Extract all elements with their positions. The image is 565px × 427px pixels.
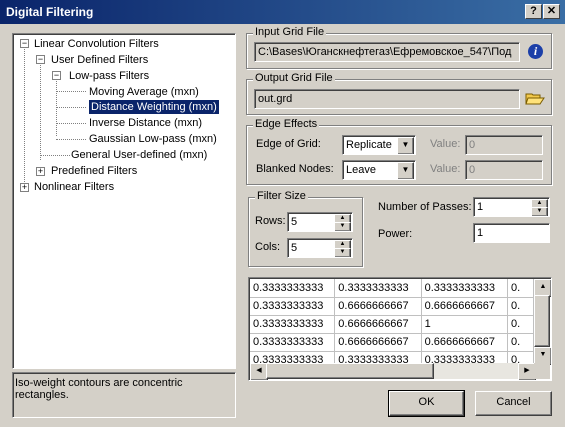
matrix-cell[interactable]: 0.	[507, 333, 534, 352]
matrix-cell[interactable]: 0.	[507, 351, 534, 363]
window-title: Digital Filtering	[6, 5, 94, 19]
edge-value-field: 0	[465, 135, 543, 155]
output-grid-field[interactable]: out.grd	[254, 89, 520, 109]
scroll-corner	[534, 363, 550, 379]
cols-spinner[interactable]: 5 ▲ ▼	[287, 238, 353, 258]
edge-value-label: Value:	[430, 138, 461, 150]
chevron-down-icon[interactable]: ▼	[397, 137, 414, 154]
horizontal-scroll-thumb[interactable]	[266, 363, 434, 379]
edge-of-grid-value: Replicate	[346, 139, 392, 151]
output-grid-label: Output Grid File	[253, 72, 335, 84]
tree-item-gaussian-low-pass[interactable]: Gaussian Low-pass (mxn)	[89, 132, 217, 146]
spin-down-icon[interactable]: ▼	[531, 207, 548, 216]
spin-down-icon[interactable]: ▼	[334, 248, 351, 257]
cancel-button[interactable]: Cancel	[475, 391, 552, 416]
tree-item-general-user-defined[interactable]: General User-defined (mxn)	[71, 148, 207, 162]
ok-button[interactable]: OK	[388, 390, 465, 417]
filter-size-label: Filter Size	[255, 190, 308, 202]
open-folder-icon[interactable]	[525, 90, 545, 106]
passes-spinner[interactable]: 1 ▲ ▼	[473, 197, 550, 217]
tree-item-predefined[interactable]: Predefined Filters	[51, 164, 137, 178]
cols-value: 5	[291, 242, 298, 254]
matrix-cell[interactable]: 0.3333333333	[250, 315, 336, 334]
input-grid-field[interactable]: C:\Bases\Юганскнефтегаз\Ефремовское_547\…	[254, 42, 520, 62]
matrix-cell[interactable]: 0.6666666667	[334, 297, 422, 316]
rows-label: Rows:	[255, 215, 286, 227]
passes-label: Number of Passes:	[378, 201, 472, 213]
matrix-cell[interactable]: 0.3333333333	[421, 279, 508, 298]
matrix-table: 0.3333333333 0.3333333333 0.3333333333 0. 0.…	[250, 279, 534, 363]
rows-value: 5	[291, 216, 298, 228]
matrix-cell[interactable]: 0.3333333333	[250, 279, 336, 298]
edge-of-grid-select[interactable]: Replicate ▼	[342, 135, 416, 155]
cols-label: Cols:	[255, 241, 281, 253]
matrix-cell[interactable]: 0.3333333333	[334, 351, 422, 363]
help-button[interactable]: ?	[525, 4, 542, 19]
matrix-row: 0.3333333333 0.6666666667 0.6666666667 0.	[250, 297, 534, 316]
matrix-row: 0.3333333333 0.3333333333 0.3333333333 0.	[250, 351, 534, 363]
matrix-row: 0.3333333333 0.3333333333 0.3333333333 0.	[250, 279, 534, 298]
blanked-nodes-select[interactable]: Leave ▼	[342, 160, 416, 180]
matrix-viewport: 0.3333333333 0.3333333333 0.3333333333 0. 0.…	[250, 279, 534, 363]
matrix-cell[interactable]: 0.3333333333	[421, 351, 508, 363]
vertical-scrollbar[interactable]: ▲ ▼	[534, 279, 551, 365]
tree-item-user-defined[interactable]: User Defined Filters	[51, 53, 148, 67]
spin-down-icon[interactable]: ▼	[334, 222, 351, 231]
power-label: Power:	[378, 228, 413, 240]
matrix-cell[interactable]: 0.3333333333	[334, 279, 422, 298]
rows-spinner[interactable]: 5 ▲ ▼	[287, 212, 353, 232]
input-grid-group: Input Grid File C:\Bases\Юганскнефтегаз\…	[246, 26, 552, 69]
matrix-cell[interactable]: 0.3333333333	[250, 333, 336, 352]
blanked-value-field: 0	[465, 160, 543, 180]
edge-effects-group: Edge Effects Edge of Grid: Replicate ▼ V…	[246, 118, 552, 185]
matrix-cell[interactable]: 0.	[507, 315, 534, 334]
chevron-down-icon[interactable]: ▼	[397, 162, 414, 179]
collapse-low-pass-icon[interactable]: −	[52, 71, 61, 80]
matrix-cell[interactable]: 0.6666666667	[421, 333, 508, 352]
tree-item-nonlinear[interactable]: Nonlinear Filters	[34, 180, 114, 194]
matrix-cell[interactable]: 0.6666666667	[421, 297, 508, 316]
matrix-row: 0.3333333333 0.6666666667 0.6666666667 0.	[250, 333, 534, 352]
matrix-cell[interactable]: 0.3333333333	[250, 351, 336, 363]
vertical-scroll-thumb[interactable]	[534, 295, 550, 347]
filter-description: Iso-weight contours are concentric recta…	[12, 372, 236, 418]
expand-predefined-icon[interactable]: +	[36, 167, 45, 176]
collapse-linear-icon[interactable]: −	[20, 39, 29, 48]
tree-item-low-pass[interactable]: Low-pass Filters	[69, 69, 149, 83]
matrix-cell[interactable]: 1	[421, 315, 508, 334]
close-button[interactable]: ✕	[543, 4, 560, 19]
tree-item-distance-weighting[interactable]: Distance Weighting (mxn)	[88, 99, 220, 115]
horizontal-scrollbar[interactable]: ◀ ▶	[250, 363, 536, 380]
matrix-cell[interactable]: 0.3333333333	[250, 297, 336, 316]
blanked-value-label: Value:	[430, 163, 461, 175]
info-icon[interactable]: i	[528, 44, 543, 59]
description-text: Iso-weight contours are concentric recta…	[15, 377, 183, 401]
expand-nonlinear-icon[interactable]: +	[20, 183, 29, 192]
matrix-cell[interactable]: 0.6666666667	[334, 315, 422, 334]
tree-item-linear-convolution[interactable]: Linear Convolution Filters	[34, 37, 159, 51]
filter-tree[interactable]: − Linear Convolution Filters − User Defi…	[12, 33, 236, 369]
edge-effects-label: Edge Effects	[253, 118, 320, 130]
input-grid-label: Input Grid File	[253, 26, 327, 38]
tree-item-inverse-distance[interactable]: Inverse Distance (mxn)	[89, 116, 202, 130]
matrix-cell[interactable]: 0.	[507, 279, 534, 298]
collapse-user-defined-icon[interactable]: −	[36, 55, 45, 64]
filter-size-group: Filter Size Rows: 5 ▲ ▼ Cols: 5 ▲ ▼	[248, 190, 363, 267]
matrix-cell[interactable]: 0.	[507, 297, 534, 316]
filter-matrix[interactable]: 0.3333333333 0.3333333333 0.3333333333 0. 0.…	[248, 277, 552, 381]
power-field[interactable]: 1	[473, 223, 550, 243]
passes-value: 1	[477, 201, 484, 213]
matrix-cell[interactable]: 0.6666666667	[334, 333, 422, 352]
title-bar: Digital Filtering ? ✕	[0, 0, 565, 24]
output-grid-group: Output Grid File out.grd	[246, 72, 552, 115]
edge-of-grid-label: Edge of Grid:	[256, 138, 321, 150]
matrix-row: 0.3333333333 0.6666666667 1 0.	[250, 315, 534, 334]
blanked-nodes-label: Blanked Nodes:	[256, 163, 334, 175]
tree-item-moving-average[interactable]: Moving Average (mxn)	[89, 85, 199, 99]
blanked-nodes-value: Leave	[346, 164, 376, 176]
